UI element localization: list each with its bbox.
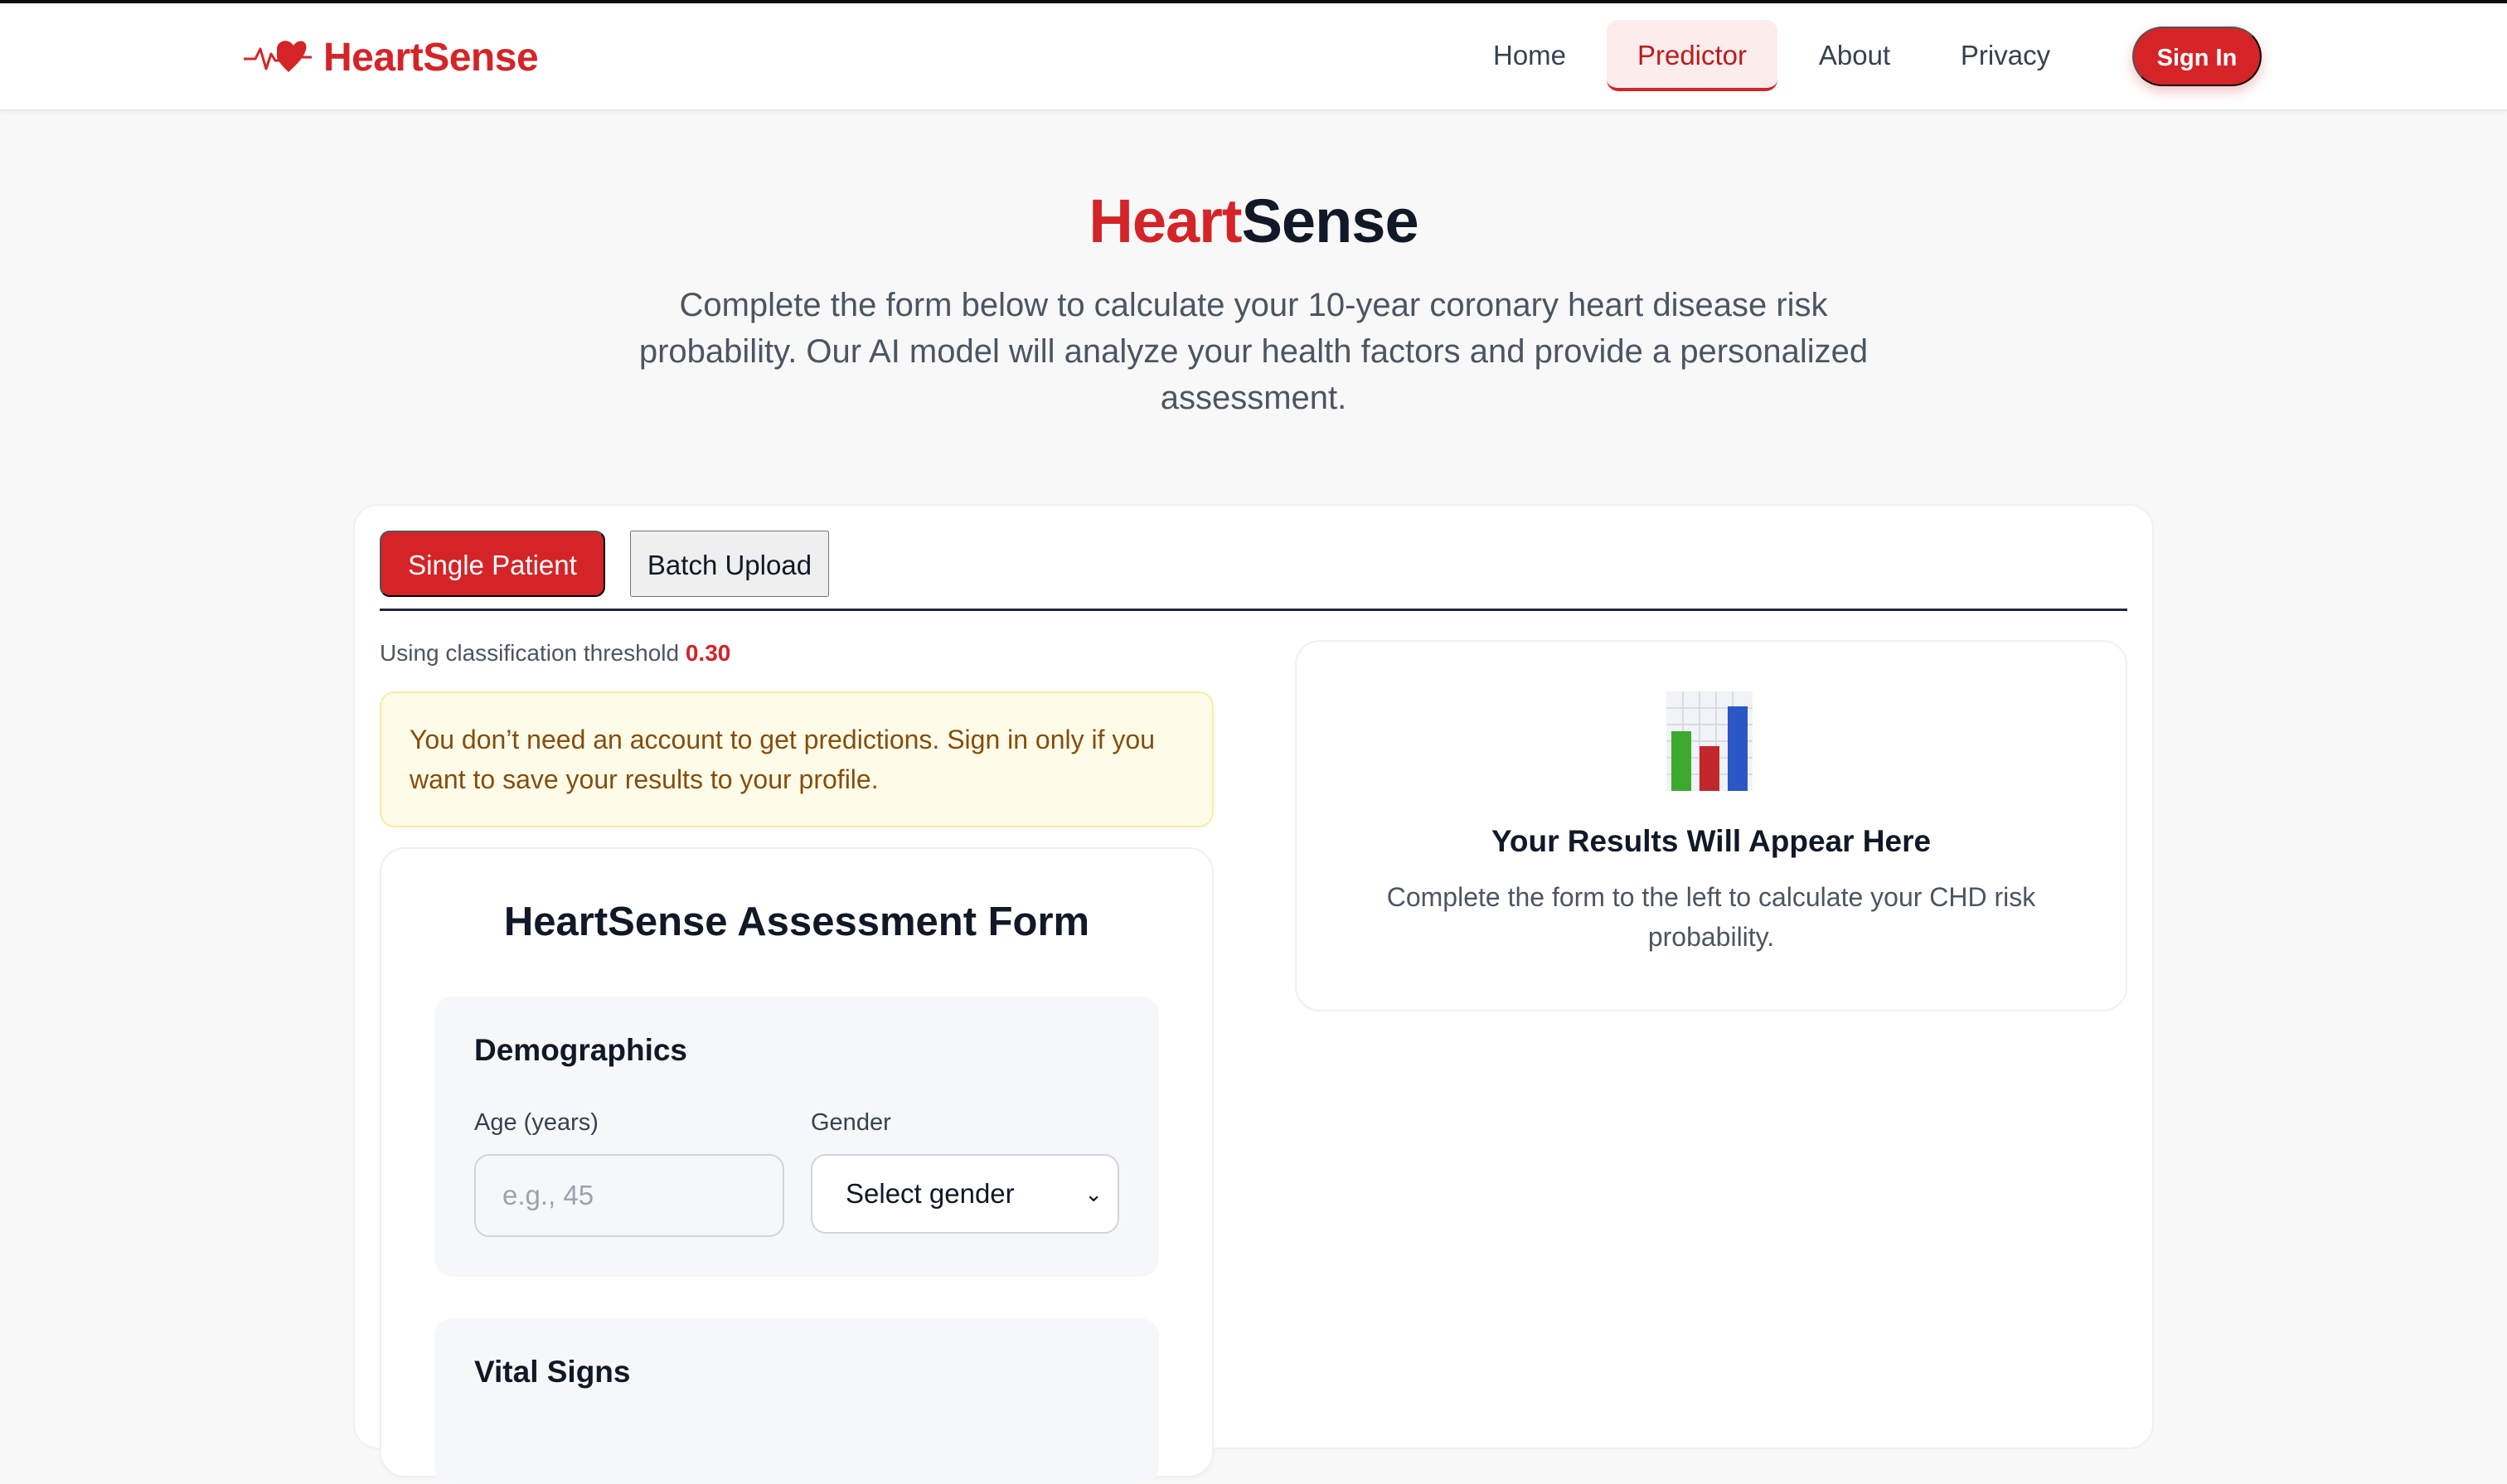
threshold-label: Using classification threshold — [380, 640, 680, 666]
brand-logo-link[interactable]: HeartSense — [244, 32, 539, 83]
gender-select[interactable]: Select gender ⌄ — [811, 1154, 1119, 1234]
brand-name: HeartSense — [323, 35, 539, 80]
age-label: Age (years) — [474, 1109, 599, 1136]
navbar: HeartSense Home Predictor About Privacy … — [0, 3, 2507, 111]
page-title-heart: Heart — [1089, 187, 1242, 255]
vital-signs-title: Vital Signs — [474, 1355, 631, 1389]
tab-divider — [380, 609, 2127, 611]
nav-link-predictor[interactable]: Predictor — [1607, 20, 1777, 91]
page-subtitle: Complete the form below to calculate you… — [638, 287, 1869, 416]
nav-link-about[interactable]: About — [1796, 20, 1913, 91]
nav-link-privacy[interactable]: Privacy — [1943, 20, 2068, 91]
results-text: Complete the form to the left to calcula… — [1386, 882, 2036, 952]
page-title-sense: Sense — [1241, 187, 1419, 255]
threshold-info: Using classification threshold 0.30 — [380, 640, 730, 667]
threshold-value: 0.30 — [685, 640, 731, 666]
tab-batch-upload[interactable]: Batch Upload — [630, 531, 829, 597]
page-title: HeartSense — [0, 186, 2507, 256]
results-title: Your Results Will Appear Here — [1491, 824, 1932, 858]
age-input[interactable] — [474, 1154, 784, 1237]
gender-select-value: Select gender — [846, 1178, 1015, 1209]
bar-chart-icon — [1666, 691, 1753, 791]
sign-in-button[interactable]: Sign In — [2132, 27, 2262, 86]
demographics-title: Demographics — [474, 1033, 688, 1067]
gender-label: Gender — [811, 1109, 891, 1136]
chevron-down-icon: ⌄ — [1084, 1181, 1103, 1206]
form-title: HeartSense Assessment Form — [503, 900, 1090, 944]
nav-link-home[interactable]: Home — [1476, 20, 1583, 91]
vital-signs-section — [434, 1318, 1159, 1484]
account-notice: You don’t need an account to get predict… — [380, 691, 1214, 827]
tab-single-patient[interactable]: Single Patient — [380, 531, 605, 597]
heart-pulse-icon — [244, 41, 312, 72]
